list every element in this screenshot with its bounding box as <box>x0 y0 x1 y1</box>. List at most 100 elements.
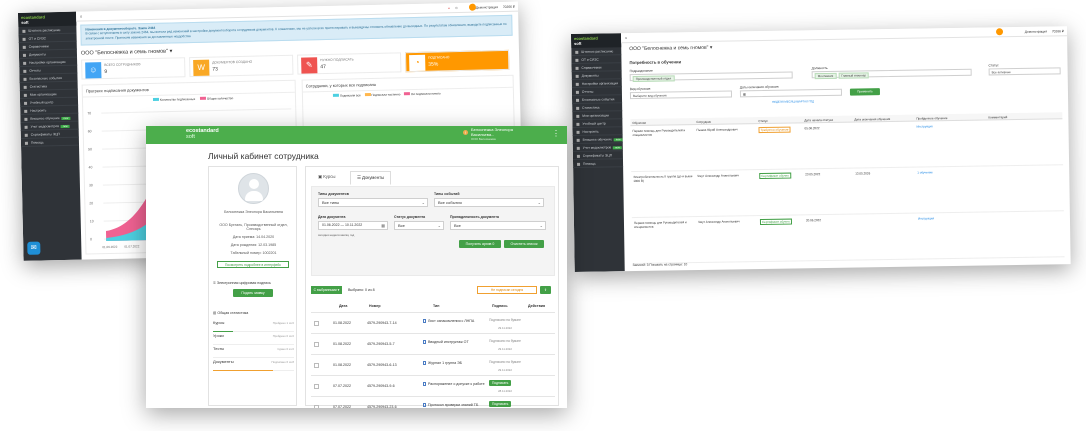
period-links[interactable]: НЕДЕЛЯ МЕСЯЦ КВАРТАЛ ГОД <box>772 99 814 104</box>
user-name[interactable]: Демонстрация <box>1025 27 1047 37</box>
tab-courses[interactable]: ▣ Курсы <box>312 171 342 183</box>
doc-type-link[interactable]: Распоряжение о допуске к работе <box>423 382 485 387</box>
row-checkbox[interactable] <box>314 342 319 347</box>
documents-panel: ▣ Курсы ☰ Документы Типы документов Все … <box>305 166 559 408</box>
col-date[interactable]: Дата <box>339 304 347 308</box>
passed-link[interactable]: Инструкция <box>918 216 934 220</box>
org-title[interactable]: ООО "Белоснежка и семь гномов" ▾ <box>629 45 712 52</box>
avatar[interactable] <box>995 28 1004 36</box>
col-sign[interactable]: Подпись <box>492 304 508 308</box>
row-checkbox[interactable] <box>314 363 319 368</box>
events-select[interactable]: Все события ⌄ <box>434 198 544 207</box>
table-header-cell[interactable]: Дата окончания обучения <box>854 117 890 122</box>
logo[interactable]: ecostandard soft <box>18 11 77 27</box>
row-checkbox[interactable] <box>314 405 319 408</box>
not-signed-button[interactable]: Не подписан сегодня <box>477 286 537 294</box>
user-menu[interactable]: Белоснежка Элеонора Васильева... ООО Белос… <box>471 127 513 142</box>
more-icon[interactable]: ⋮ <box>552 129 560 138</box>
y-tick: 30 <box>89 183 93 187</box>
table-header-cell[interactable]: Обучение <box>632 121 646 125</box>
y-tick: 50 <box>88 147 92 151</box>
col-type[interactable]: Тип <box>433 304 439 308</box>
table-footer: Записей: 3 Показать на странице: 10 <box>632 262 688 268</box>
new-badge: new <box>60 124 70 129</box>
col-number[interactable]: Номер <box>369 304 381 308</box>
bell-icon[interactable]: ● <box>448 3 450 13</box>
ecp-request-button[interactable]: Подать заявку <box>233 289 273 297</box>
export-icon[interactable]: ⇪ <box>540 286 551 294</box>
table-row[interactable]: 01.08.2022 4579-290943-6-13 Журнал 1 групп… <box>311 354 555 375</box>
tab-number: Табельный номер: 1002201 <box>230 251 277 255</box>
doc-date: 07.07.2022 <box>333 405 351 408</box>
training-sidebar: ecostandard soft Штатное расписание ОТ и С… <box>571 33 625 272</box>
sidebar-item[interactable]: Помощь <box>20 137 80 147</box>
table-header-cell[interactable]: Комментарий <box>988 115 1007 119</box>
dates-label: Даты окончания обучения <box>739 84 779 90</box>
sign-button[interactable]: Подписать <box>489 380 512 386</box>
menu-icon[interactable]: ≡ <box>80 12 82 22</box>
doc-type-link[interactable]: Журнал 1 группа ЭБ <box>423 361 485 366</box>
tab-documents[interactable]: ☰ Документы <box>350 171 392 185</box>
menu-item-icon <box>575 90 579 94</box>
doc-type-link[interactable]: Протокол проверки знаний ТБ <box>423 403 485 408</box>
gear-icon[interactable]: ⚙ <box>455 3 458 13</box>
quick-dates[interactable]: сегодня неделя месяц год <box>318 233 354 237</box>
doc-type-select[interactable]: Все типы ⌄ <box>318 198 428 207</box>
doc-type-link[interactable]: Лист ознакомления с ЛНПА <box>423 319 485 324</box>
archive-button[interactable]: Получить архив 0 <box>459 240 501 248</box>
row-checkbox[interactable] <box>314 384 319 389</box>
table-row[interactable]: 07.07.2022 4579-290943-9-6 Распоряжение о … <box>311 375 555 396</box>
logo[interactable]: ecostandard soft <box>571 33 622 48</box>
alert-icon[interactable]: ! <box>463 130 468 135</box>
apply-button[interactable]: Применить <box>849 88 880 96</box>
user-name[interactable]: Демонстрация <box>476 2 499 13</box>
bulk-actions-button[interactable]: С выбранными ▾ <box>311 286 342 294</box>
stat-row[interactable]: Курсы Пройдено 1 из 6 <box>213 320 294 332</box>
employee-name: Чмут Александр Анатольевич <box>697 173 739 179</box>
doc-type-link[interactable]: Вводный инструктаж ОТ <box>423 340 485 345</box>
division-input[interactable]: Производственный отдел <box>629 71 793 83</box>
table-header-cell[interactable]: Пройденное обучение <box>916 116 947 120</box>
logo[interactable]: ecostandard soft <box>186 128 219 140</box>
stat-row[interactable]: Уроки Пройдено 0 из 0 <box>213 333 294 345</box>
menu-item-icon <box>24 133 28 137</box>
doc-number: 4579-290943-6-13 <box>367 363 397 367</box>
passed-link[interactable]: Инструкция <box>916 124 932 128</box>
org-title[interactable]: ООО "Белоснежка и семь гномов" ▾ <box>81 49 173 57</box>
table-row[interactable]: Первая помощь для Руководителей и специа… <box>631 211 1065 265</box>
profile-more-button[interactable]: Посмотреть подробнее в интерфейс <box>217 261 289 268</box>
menu-icon[interactable]: ≡ <box>625 33 627 43</box>
passed-link[interactable]: 1 обучение <box>917 170 933 174</box>
sidebar-item[interactable]: Помощь <box>572 159 624 168</box>
course-name: Первая помощь для Руководителей и специа… <box>633 220 687 230</box>
dates-input[interactable]: ▦ <box>739 88 843 98</box>
table-row[interactable]: 01.08.2022 4579-290943-5-7 Вводный инструк… <box>311 333 555 354</box>
employee-cabinet-window: ecostandard soft ! Белоснежка Элеонора Вас… <box>146 126 567 408</box>
clear-list-button[interactable]: Очистить список <box>504 240 544 248</box>
stat-row[interactable]: Документы Подписано 6 из 8 <box>213 359 294 371</box>
date-range-input[interactable]: 01.06.2022 — 10.11.2022 ▦ <box>318 221 388 230</box>
row-checkbox[interactable] <box>314 321 319 326</box>
status-select[interactable]: Все ⌄ <box>394 221 444 230</box>
stat-row[interactable]: Тесты Сдано 0 из 0 <box>213 346 294 358</box>
doc-date: 01.08.2022 <box>333 321 351 325</box>
status-select[interactable]: Все активные <box>988 67 1061 76</box>
table-header-cell[interactable]: Статус <box>758 119 768 123</box>
documents-filter: Типы документов Все типы ⌄ Типы событий В… <box>311 186 555 276</box>
table-header-cell[interactable]: Дата начала статуса <box>804 118 833 122</box>
table-header-cell[interactable]: Сотрудник <box>696 120 711 124</box>
menu-item-icon <box>23 69 27 73</box>
start-date: 20.06.2022 <box>805 218 822 223</box>
table-row[interactable]: Первая помощь для Руководителей и специа… <box>630 119 1064 173</box>
col-actions[interactable]: Действия <box>528 304 545 308</box>
table-row[interactable]: 01.08.2022 4579-290943-7-14 Лист ознакомле… <box>311 312 555 333</box>
chat-icon[interactable]: ✉ <box>27 241 41 255</box>
sign-button[interactable]: Подписать <box>489 401 512 407</box>
table-row[interactable]: Электробезопасность II группа (до и выше… <box>631 165 1064 219</box>
table-row[interactable]: 07.07.2022 4579-290943-23-6 Протокол прове… <box>311 396 555 408</box>
position-input[interactable]: Монтажник Главный инженер <box>811 68 972 80</box>
ecp-label: ⚿ Электронная цифровая подпись <box>213 281 271 285</box>
training-table: Обучение Сотрудник Статус Дата начала стату… <box>630 112 1065 265</box>
belong-select[interactable]: Все ⌄ <box>450 221 546 230</box>
training-select[interactable]: Выберите вид обучения <box>629 90 733 100</box>
